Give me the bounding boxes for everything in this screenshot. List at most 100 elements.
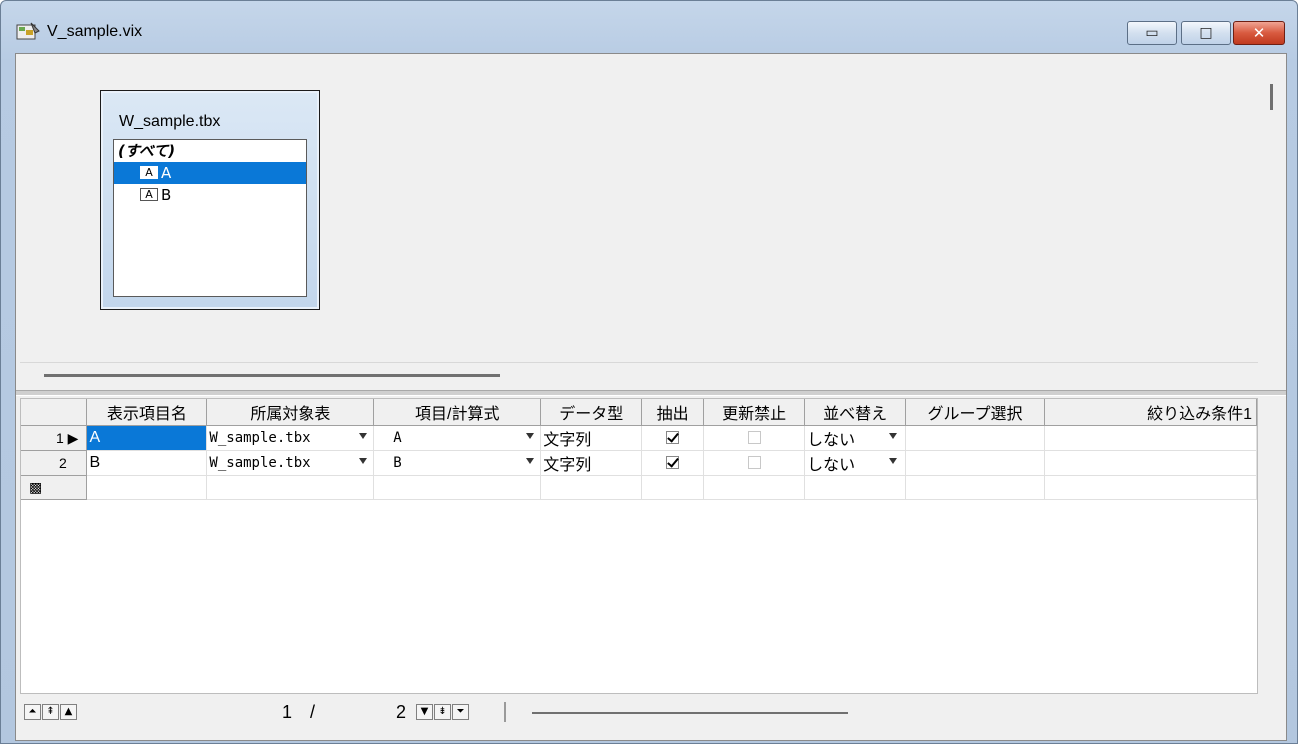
column-header[interactable]: 項目/計算式: [373, 399, 542, 426]
empty-cell[interactable]: [804, 475, 907, 500]
app-window: V_sample.vix ▭ □ ✕ W_sample.tbx (すべて) A …: [0, 0, 1298, 744]
title-bar[interactable]: V_sample.vix ▭ □ ✕: [1, 1, 1297, 51]
display-name-cell[interactable]: A: [86, 425, 208, 451]
extract-checkbox[interactable]: [666, 431, 680, 445]
header-row: 表示項目名 所属対象表 項目/計算式 データ型 抽出 更新禁止 並べ替え グルー…: [21, 399, 1257, 426]
grid-horizontal-scrollbar[interactable]: [532, 712, 848, 714]
close-icon: ✕: [1252, 24, 1266, 42]
item-grid[interactable]: 表示項目名 所属対象表 項目/計算式 データ型 抽出 更新禁止 並べ替え グルー…: [20, 398, 1258, 694]
sort-value: しない: [807, 457, 856, 474]
vertical-scrollbar[interactable]: [1270, 84, 1273, 110]
corner-header: [21, 399, 88, 426]
table-row[interactable]: 2 B W_sample.tbx B 文字列 しない: [21, 450, 1257, 476]
empty-cell[interactable]: [641, 475, 705, 500]
prev-record-button[interactable]: ▲: [60, 704, 77, 720]
maximize-button[interactable]: □: [1181, 21, 1231, 45]
field-name: B: [161, 186, 172, 204]
table-select-value: W_sample.tbx: [209, 430, 311, 446]
table-select-cell[interactable]: W_sample.tbx: [206, 425, 375, 451]
dropdown-arrow-icon[interactable]: [526, 433, 535, 439]
data-type-cell[interactable]: 文字列: [540, 450, 643, 476]
row-header[interactable]: 2: [21, 450, 88, 476]
no-update-checkbox[interactable]: [747, 456, 761, 470]
horizontal-scrollbar[interactable]: [44, 374, 500, 377]
total-records: 2: [396, 702, 407, 722]
empty-cell[interactable]: [206, 475, 375, 500]
no-update-cell[interactable]: [703, 450, 806, 476]
data-type-cell[interactable]: 文字列: [540, 425, 643, 451]
table-select-value: W_sample.tbx: [209, 455, 311, 471]
last-record-button[interactable]: ⏷: [452, 704, 469, 720]
column-header[interactable]: 更新禁止: [703, 399, 806, 426]
empty-cell[interactable]: [540, 475, 643, 500]
extract-cell[interactable]: [641, 450, 705, 476]
field-name: A: [161, 164, 172, 182]
no-update-cell[interactable]: [703, 425, 806, 451]
expression-value: A: [393, 430, 402, 446]
empty-cell[interactable]: [373, 475, 542, 500]
text-field-icon: A: [140, 166, 158, 179]
table-box-title: W_sample.tbx: [119, 113, 221, 130]
group-select-cell[interactable]: [905, 450, 1046, 476]
sort-select-cell[interactable]: しない: [804, 425, 907, 451]
maximize-icon: □: [1199, 25, 1213, 41]
item-table: 表示項目名 所属対象表 項目/計算式 データ型 抽出 更新禁止 並べ替え グルー…: [21, 399, 1257, 500]
close-button[interactable]: ✕: [1233, 21, 1285, 45]
expression-select-cell[interactable]: A: [373, 425, 542, 451]
dropdown-arrow-icon[interactable]: [359, 458, 368, 464]
no-update-checkbox[interactable]: [747, 431, 761, 445]
column-header[interactable]: 所属対象表: [206, 399, 375, 426]
next-page-button[interactable]: ⇟: [434, 704, 451, 720]
dropdown-arrow-icon[interactable]: [889, 458, 898, 464]
row-header[interactable]: 1 ▶: [21, 425, 88, 451]
minimize-button[interactable]: ▭: [1127, 21, 1177, 45]
new-row-icon: ▩: [29, 479, 43, 495]
expression-select-cell[interactable]: B: [373, 450, 542, 476]
display-name-cell[interactable]: B: [86, 450, 208, 476]
extract-cell[interactable]: [641, 425, 705, 451]
row-number: 1: [55, 429, 64, 446]
prev-page-button[interactable]: ⇞: [42, 704, 59, 720]
view-file-icon: [16, 22, 40, 40]
table-select-cell[interactable]: W_sample.tbx: [206, 450, 375, 476]
empty-cell[interactable]: [703, 475, 806, 500]
empty-cell[interactable]: [1044, 475, 1257, 500]
row-header[interactable]: ▩: [21, 475, 88, 500]
column-header[interactable]: データ型: [540, 399, 643, 426]
next-record-button[interactable]: ▼: [416, 704, 433, 720]
sort-value: しない: [807, 432, 856, 449]
column-header[interactable]: グループ選択: [905, 399, 1046, 426]
table-diagram-pane[interactable]: W_sample.tbx (すべて) A A A B: [20, 56, 1258, 363]
table-row[interactable]: 1 ▶ A W_sample.tbx A 文字列 しない: [21, 425, 1257, 451]
record-separator: /: [310, 702, 316, 722]
record-navigator: ⏶ ⇞ ▲ 1 / 2 ▼ ⇟ ⏷: [20, 694, 1258, 724]
field-list-all[interactable]: (すべて): [114, 140, 306, 162]
filter-condition-cell[interactable]: [1044, 450, 1257, 476]
empty-cell[interactable]: [905, 475, 1046, 500]
dropdown-arrow-icon[interactable]: [359, 433, 368, 439]
column-header[interactable]: 抽出: [641, 399, 705, 426]
field-list-item[interactable]: A B: [114, 184, 306, 206]
extract-checkbox[interactable]: [666, 456, 680, 470]
new-row[interactable]: ▩: [21, 475, 1257, 500]
text-field-icon: A: [140, 188, 158, 201]
field-list[interactable]: (すべて) A A A B: [113, 139, 307, 297]
window-title: V_sample.vix: [47, 23, 143, 40]
pane-splitter[interactable]: [16, 390, 1286, 396]
dropdown-arrow-icon[interactable]: [889, 433, 898, 439]
group-select-cell[interactable]: [905, 425, 1046, 451]
minimize-icon: ▭: [1145, 25, 1159, 41]
filter-condition-cell[interactable]: [1044, 425, 1257, 451]
table-box[interactable]: W_sample.tbx (すべて) A A A B: [100, 90, 320, 310]
first-record-button[interactable]: ⏶: [24, 704, 41, 720]
navigator-divider[interactable]: [504, 702, 506, 722]
empty-cell[interactable]: [86, 475, 208, 500]
sort-select-cell[interactable]: しない: [804, 450, 907, 476]
field-list-item[interactable]: A A: [114, 162, 306, 184]
column-header[interactable]: 表示項目名: [86, 399, 208, 426]
column-header[interactable]: 絞り込み条件1: [1044, 399, 1257, 426]
current-row-icon: ▶: [67, 429, 79, 446]
current-record: 1: [282, 702, 293, 722]
column-header[interactable]: 並べ替え: [804, 399, 907, 426]
dropdown-arrow-icon[interactable]: [526, 458, 535, 464]
